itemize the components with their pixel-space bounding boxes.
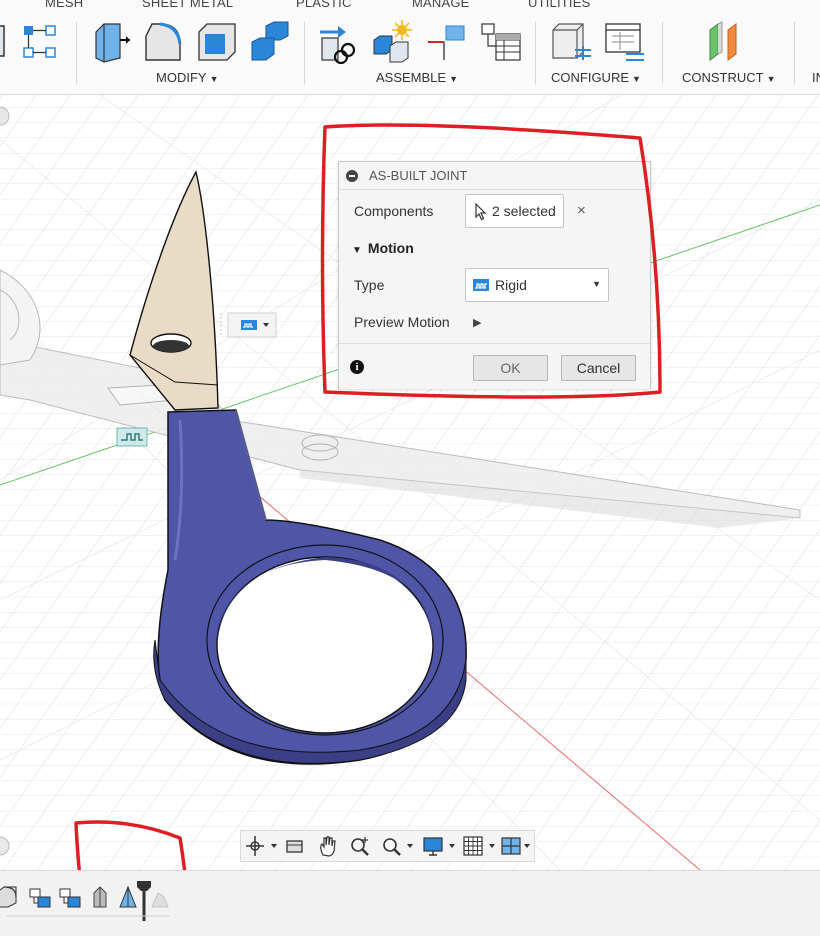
toolbar-separator (535, 22, 536, 84)
tab-plastic[interactable]: PLASTIC (296, 0, 352, 10)
timeline-future-feature-icon (151, 892, 169, 908)
navigation-toolbar (240, 830, 535, 862)
joint-type-select[interactable]: Rigid ▼ (465, 268, 609, 302)
timeline-sketch-icon[interactable] (119, 885, 137, 908)
create-sketch-icon[interactable] (0, 20, 10, 64)
toolbar-separator (304, 22, 305, 84)
play-icon[interactable]: ▶ (473, 316, 481, 329)
orbit-icon[interactable] (245, 835, 279, 857)
main-toolbar: MESH SHEET METAL PLASTIC MANAGE UTILITIE… (0, 0, 820, 95)
zoom-icon[interactable] (349, 835, 371, 857)
chevron-down-icon: ▼ (632, 74, 641, 84)
display-settings-icon[interactable] (423, 835, 459, 857)
configure-label: CONFIGURE (551, 70, 629, 85)
dialog-title-bar: AS-BUILT JOINT (339, 162, 650, 190)
modify-menu[interactable]: MODIFY ▼ (156, 70, 218, 85)
tab-utilities[interactable]: UTILITIES (528, 0, 590, 10)
dialog-title: AS-BUILT JOINT (369, 168, 468, 183)
look-at-icon[interactable] (285, 835, 305, 857)
components-selection-button[interactable]: 2 selected (465, 194, 564, 228)
dialog-footer: i OK Cancel (339, 343, 650, 389)
fit-icon[interactable] (381, 835, 417, 857)
chevron-down-icon: ▼ (766, 74, 776, 84)
grid-settings-icon[interactable] (463, 835, 499, 857)
as-built-joint-icon[interactable] (424, 20, 468, 64)
pattern-icon[interactable] (20, 20, 60, 64)
toolbar-separator (794, 22, 795, 84)
tab-sheet-metal[interactable]: SHEET METAL (142, 0, 233, 10)
preview-motion-label: Preview Motion (354, 314, 450, 330)
timeline-features (0, 881, 170, 921)
timeline-joint-icon[interactable] (59, 888, 81, 908)
change-parameters-icon[interactable] (549, 20, 593, 64)
type-label: Type (354, 277, 385, 293)
timeline-component-icon[interactable] (0, 886, 17, 908)
assemble-label: ASSEMBLE (376, 70, 447, 85)
motion-section-header[interactable]: ▼ Motion (352, 240, 414, 256)
collapse-icon[interactable] (346, 170, 358, 182)
toolbar-separator (662, 22, 663, 84)
timeline-marker-icon[interactable] (137, 881, 151, 921)
configure-table-icon[interactable] (602, 20, 646, 64)
ok-button[interactable]: OK (473, 355, 548, 381)
inspect-menu[interactable]: IN (812, 70, 820, 85)
components-label: Components (354, 203, 434, 219)
viewports-icon[interactable] (501, 835, 533, 857)
info-icon[interactable]: i (350, 360, 364, 374)
chevron-down-icon: ▼ (449, 74, 459, 84)
joint-icon[interactable] (372, 20, 416, 64)
combine-icon[interactable] (248, 20, 292, 64)
construct-label: CONSTRUCT (682, 70, 764, 85)
bill-of-materials-icon[interactable] (478, 20, 522, 64)
assemble-menu[interactable]: ASSEMBLE ▼ (376, 70, 458, 85)
fillet-icon[interactable] (142, 20, 186, 64)
chevron-down-icon: ▼ (592, 279, 601, 289)
as-built-joint-dialog: AS-BUILT JOINT Components 2 selected × ▼… (338, 161, 651, 389)
rigid-joint-icon (473, 279, 489, 291)
components-selected-count: 2 selected (492, 203, 556, 219)
toolbar-separator (76, 22, 77, 84)
joint-type-mini-dropdown[interactable] (220, 312, 277, 338)
timeline-as-built-joint-icon[interactable] (93, 886, 107, 908)
offset-plane-icon[interactable] (702, 20, 746, 64)
construct-menu[interactable]: CONSTRUCT ▼ (682, 70, 776, 85)
inspect-label: IN (812, 70, 820, 85)
motion-label: Motion (367, 240, 414, 256)
cursor-select-icon (475, 203, 487, 221)
press-pull-icon[interactable] (92, 20, 136, 64)
new-component-icon[interactable] (318, 20, 362, 64)
chevron-down-icon: ▼ (209, 74, 219, 84)
pan-icon[interactable] (317, 835, 339, 857)
modify-label: MODIFY (156, 70, 207, 85)
joint-glyph[interactable] (116, 427, 148, 447)
design-timeline (0, 870, 820, 936)
expand-triangle-icon: ▼ (352, 245, 362, 256)
timeline-joint-icon[interactable] (29, 888, 51, 908)
joint-type-value: Rigid (495, 277, 527, 293)
clear-selection-icon[interactable]: × (577, 202, 586, 219)
shell-icon[interactable] (195, 20, 239, 64)
cancel-button[interactable]: Cancel (561, 355, 636, 381)
tab-mesh[interactable]: MESH (45, 0, 83, 10)
tab-manage[interactable]: MANAGE (412, 0, 470, 10)
configure-menu[interactable]: CONFIGURE ▼ (551, 70, 641, 85)
